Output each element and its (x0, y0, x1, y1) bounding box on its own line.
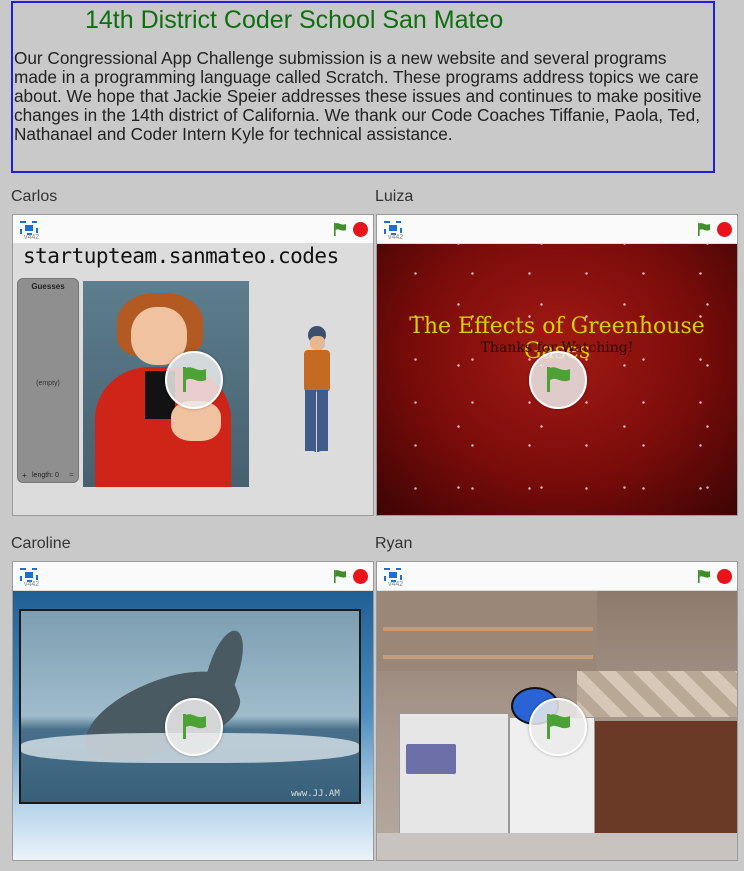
list-title: Guesses (31, 282, 65, 291)
green-flag-icon[interactable] (333, 222, 347, 236)
stage-caroline[interactable]: www.JJ.AM (13, 591, 373, 860)
play-flag-icon (183, 367, 206, 392)
page-title: 14th District Coder School San Mateo (85, 6, 504, 34)
version-label: v442 (388, 234, 404, 241)
stop-icon[interactable] (353, 569, 368, 584)
stage-carlos[interactable]: startupteam.sanmateo.codes Guesses (empt… (13, 244, 373, 515)
kitchen-wall-tiles (577, 671, 737, 717)
stop-icon[interactable] (353, 222, 368, 237)
player-toolbar: v442 (377, 215, 737, 244)
version-label: v442 (388, 581, 404, 588)
stove (399, 713, 509, 835)
green-flag-icon[interactable] (333, 569, 347, 583)
list-monitor-guesses: Guesses (empty) + length: 0 = (17, 278, 79, 483)
intro-box: 14th District Coder School San Mateo Our… (11, 1, 715, 173)
green-flag-icon[interactable] (697, 569, 711, 583)
play-flag-icon (547, 367, 570, 392)
stage-url-text: startupteam.sanmateo.codes (23, 244, 339, 268)
floor (377, 833, 737, 860)
fullscreen-icon[interactable] (20, 221, 38, 235)
project-name-luiza: Luiza (375, 188, 414, 205)
list-resize-handle[interactable]: = (69, 470, 74, 479)
player-toolbar: v442 (13, 215, 373, 244)
stop-icon[interactable] (717, 569, 732, 584)
version-label: v442 (24, 581, 40, 588)
scratch-player-ryan: v442 (376, 561, 738, 861)
play-button[interactable] (529, 698, 587, 756)
list-add-button[interactable]: + (22, 471, 27, 480)
play-flag-icon (183, 714, 206, 739)
fullscreen-icon[interactable] (20, 568, 38, 582)
scratch-player-carlos: v442 startupteam.sanmateo.codes Guesses … (12, 214, 374, 516)
scratch-player-caroline: v442 www.JJ.AM (12, 561, 374, 861)
play-button[interactable] (165, 698, 223, 756)
intro-text: Our Congressional App Challenge submissi… (14, 48, 702, 144)
fullscreen-icon[interactable] (384, 221, 402, 235)
project-name-carlos: Carlos (11, 188, 58, 205)
cabinets (595, 721, 737, 833)
stage-ryan[interactable] (377, 591, 737, 860)
project-name-caroline: Caroline (11, 535, 71, 552)
stop-icon[interactable] (717, 222, 732, 237)
watermark: www.JJ.AM (291, 789, 340, 799)
list-length-label: length: 0 (32, 472, 59, 479)
scratch-player-luiza: v442 The Effects of Greenhouse Gases Tha… (376, 214, 738, 516)
play-button[interactable] (529, 351, 587, 409)
version-label: v442 (24, 234, 40, 241)
stage-luiza[interactable]: The Effects of Greenhouse Gases Thanks f… (377, 244, 737, 515)
list-empty-label: (empty) (36, 380, 60, 387)
kitchen-shelves (377, 591, 597, 671)
green-flag-icon[interactable] (697, 222, 711, 236)
play-button[interactable] (165, 351, 223, 409)
player-toolbar: v442 (377, 562, 737, 591)
fullscreen-icon[interactable] (384, 568, 402, 582)
player-toolbar: v442 (13, 562, 373, 591)
boy-sprite (296, 326, 336, 462)
play-flag-icon (547, 714, 570, 739)
project-name-ryan: Ryan (375, 535, 413, 552)
